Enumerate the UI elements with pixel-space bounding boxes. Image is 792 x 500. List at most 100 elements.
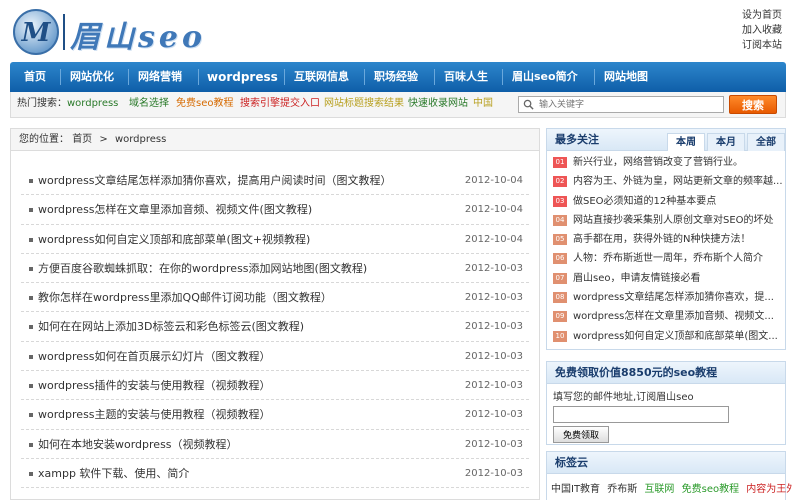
- article-title[interactable]: wordpress怎样在文章里添加音频、视频文件(图文教程): [38, 195, 312, 224]
- set-homepage-link[interactable]: 设为首页: [742, 8, 782, 23]
- site-logo[interactable]: M 眉山seo: [12, 8, 262, 56]
- list-item[interactable]: 04 网站直接抄袭采集别人原创文章对SEO的坏处: [553, 211, 783, 230]
- tag-link[interactable]: 互联网: [644, 484, 674, 495]
- nav-item-wordpress[interactable]: wordpress: [207, 62, 278, 92]
- tab-bar: 本周 本月 全部: [665, 133, 785, 151]
- hot-keyword[interactable]: 网站标题搜索结果: [324, 92, 404, 116]
- breadcrumb-current: wordpress: [114, 134, 167, 145]
- search-box: [518, 96, 724, 113]
- article-list-panel: 您的位置： 首页 > wordpress wordpress文章结尾怎样添加猜你…: [10, 128, 540, 500]
- list-item-title[interactable]: 新兴行业，网络营销改变了营销行业。: [573, 157, 743, 168]
- list-item-title[interactable]: 网站直接抄袭采集别人原创文章对SEO的坏处: [573, 215, 774, 226]
- article-date: 2012-10-03: [464, 438, 523, 450]
- list-item[interactable]: wordpress如何自定义顶部和底部菜单(图文+视频教程) 2012-10-04: [21, 225, 529, 254]
- tag-link[interactable]: 内容为王外: [746, 484, 792, 495]
- list-item[interactable]: 06 人物：乔布斯逝世一周年，乔布斯个人简介: [553, 249, 783, 268]
- list-item[interactable]: 01 新兴行业，网络营销改变了营销行业。: [553, 153, 783, 172]
- list-item[interactable]: 07 眉山seo，申请友情链接必看: [553, 269, 783, 288]
- article-title[interactable]: wordpress主题的安装与使用教程（视频教程）: [38, 400, 271, 429]
- article-title[interactable]: wordpress如何在首页展示幻灯片（图文教程）: [38, 342, 271, 371]
- search-input[interactable]: [519, 97, 699, 113]
- hot-keyword[interactable]: wordpress: [67, 92, 118, 116]
- nav-item-network-marketing[interactable]: 网络营销: [138, 62, 182, 92]
- article-title[interactable]: wordpress如何自定义顶部和底部菜单(图文+视频教程): [38, 225, 310, 254]
- tag-link[interactable]: 乔布斯: [607, 484, 637, 495]
- subscribe-link[interactable]: 订阅本站: [742, 38, 782, 53]
- bullet-icon: [29, 442, 33, 447]
- article-title[interactable]: wordpress文章结尾怎样添加猜你喜欢，提高用户阅读时间（图文教程）: [38, 166, 392, 195]
- hot-keyword[interactable]: 域名选择: [129, 92, 169, 116]
- article-date: 2012-10-04: [464, 233, 523, 245]
- nav-item-life[interactable]: 百味人生: [444, 62, 488, 92]
- page: M 眉山seo 设为首页 加入收藏 订阅本站 首页 网站优化 网络营销 word…: [0, 0, 792, 500]
- list-item[interactable]: 教你怎样在wordpress里添加QQ邮件订阅功能（图文教程） 2012-10-0…: [21, 283, 529, 313]
- logo-text: 眉山seo: [70, 20, 206, 55]
- bullet-icon: [29, 296, 33, 301]
- email-field[interactable]: [553, 406, 729, 423]
- panel-title: 最多关注: [555, 133, 599, 146]
- list-item[interactable]: 方便百度谷歌蜘蛛抓取：在你的wordpress添加网站地图(图文教程) 2012-…: [21, 254, 529, 284]
- nav-item-internet-info[interactable]: 互联网信息: [294, 62, 349, 92]
- hot-search-label: 热门搜索：: [17, 98, 67, 109]
- hot-keyword[interactable]: 快速收录网站: [408, 92, 468, 116]
- nav-divider: [198, 69, 199, 85]
- bullet-icon: [29, 413, 33, 418]
- list-item[interactable]: 03 做SEO必须知道的12种基本要点: [553, 192, 783, 211]
- nav-item-site-optimization[interactable]: 网站优化: [70, 62, 114, 92]
- list-item-title[interactable]: 高手都在用，获得外链的N种快捷方法！: [573, 234, 750, 245]
- hot-keyword[interactable]: 中国: [473, 92, 493, 116]
- nav-item-sitemap[interactable]: 网站地图: [604, 62, 648, 92]
- add-favorite-link[interactable]: 加入收藏: [742, 23, 782, 38]
- nav-item-home[interactable]: 首页: [24, 62, 46, 92]
- list-item[interactable]: wordpress如何在首页展示幻灯片（图文教程） 2012-10-03: [21, 342, 529, 372]
- nav-divider: [434, 69, 435, 85]
- article-title[interactable]: 如何在本地安装wordpress（视频教程）: [38, 430, 238, 459]
- bullet-icon: [29, 325, 33, 330]
- subscribe-button[interactable]: 免费领取: [553, 426, 609, 443]
- tag-link[interactable]: 中国IT教育: [551, 484, 600, 495]
- tag-link[interactable]: 免费seo教程: [682, 484, 739, 495]
- nav-item-about[interactable]: 眉山seo简介: [512, 62, 578, 92]
- tab-this-week[interactable]: 本周: [667, 133, 705, 151]
- list-item-title[interactable]: wordpress怎样在文章里添加音频、视频文...: [573, 311, 774, 322]
- list-item[interactable]: wordpress主题的安装与使用教程（视频教程） 2012-10-03: [21, 400, 529, 430]
- article-date: 2012-10-03: [464, 467, 523, 479]
- list-item-title[interactable]: 眉山seo，申请友情链接必看: [573, 273, 700, 284]
- list-item[interactable]: xampp 软件下载、使用、简介 2012-10-03: [21, 459, 529, 489]
- article-title[interactable]: xampp 软件下载、使用、简介: [38, 459, 189, 488]
- nav-divider: [128, 69, 129, 85]
- tab-this-month[interactable]: 本月: [707, 133, 745, 151]
- tab-all[interactable]: 全部: [747, 133, 785, 151]
- breadcrumb-home[interactable]: 首页: [72, 134, 92, 145]
- list-item[interactable]: wordpress文章结尾怎样添加猜你喜欢，提高用户阅读时间（图文教程） 2012…: [21, 166, 529, 196]
- subscribe-panel: 免费领取价值8850元的seo教程 填写您的邮件地址,订阅眉山seo 免费领取: [546, 361, 786, 445]
- list-item-title[interactable]: wordpress文章结尾怎样添加猜你喜欢，提...: [573, 292, 774, 303]
- article-date: 2012-10-04: [464, 175, 523, 186]
- article-title[interactable]: 如何在在网站上添加3D标签云和彩色标签云(图文教程): [38, 312, 304, 341]
- article-title[interactable]: 方便百度谷歌蜘蛛抓取：在你的wordpress添加网站地图(图文教程): [38, 254, 367, 283]
- list-item[interactable]: wordpress怎样在文章里添加音频、视频文件(图文教程) 2012-10-04: [21, 195, 529, 225]
- article-title[interactable]: wordpress插件的安装与使用教程（视频教程）: [38, 371, 271, 400]
- list-item[interactable]: 05 高手都在用，获得外链的N种快捷方法！: [553, 230, 783, 249]
- hot-keyword[interactable]: 免费seo教程: [176, 92, 233, 116]
- list-item[interactable]: 08 wordpress文章结尾怎样添加猜你喜欢，提...: [553, 288, 783, 307]
- list-item-title[interactable]: 内容为王、外链为皇，网站更新文章的频率越...: [573, 176, 783, 187]
- list-item-title[interactable]: 做SEO必须知道的12种基本要点: [573, 196, 716, 207]
- list-item-title[interactable]: wordpress如何自定义顶部和底部菜单(图文...: [573, 331, 778, 342]
- search-button[interactable]: 搜索: [729, 95, 777, 114]
- hot-keyword[interactable]: 搜索引擎提交入口: [240, 92, 320, 116]
- nav-divider: [364, 69, 365, 85]
- list-item[interactable]: 02 内容为王、外链为皇，网站更新文章的频率越...: [553, 172, 783, 191]
- bullet-icon: [29, 471, 33, 476]
- nav-item-career[interactable]: 职场经验: [374, 62, 418, 92]
- list-item[interactable]: 10 wordpress如何自定义顶部和底部菜单(图文...: [553, 327, 783, 346]
- breadcrumb-label: 您的位置：: [19, 134, 69, 145]
- rank-badge: 06: [553, 253, 567, 265]
- list-item[interactable]: 09 wordpress怎样在文章里添加音频、视频文...: [553, 307, 783, 326]
- article-date: 2012-10-04: [464, 204, 523, 216]
- list-item-title[interactable]: 人物：乔布斯逝世一周年，乔布斯个人简介: [573, 253, 763, 264]
- list-item[interactable]: wordpress插件的安装与使用教程（视频教程） 2012-10-03: [21, 371, 529, 401]
- list-item[interactable]: 如何在在网站上添加3D标签云和彩色标签云(图文教程) 2012-10-03: [21, 312, 529, 342]
- article-title[interactable]: 教你怎样在wordpress里添加QQ邮件订阅功能（图文教程）: [38, 283, 332, 312]
- list-item[interactable]: 如何在本地安装wordpress（视频教程） 2012-10-03: [21, 430, 529, 459]
